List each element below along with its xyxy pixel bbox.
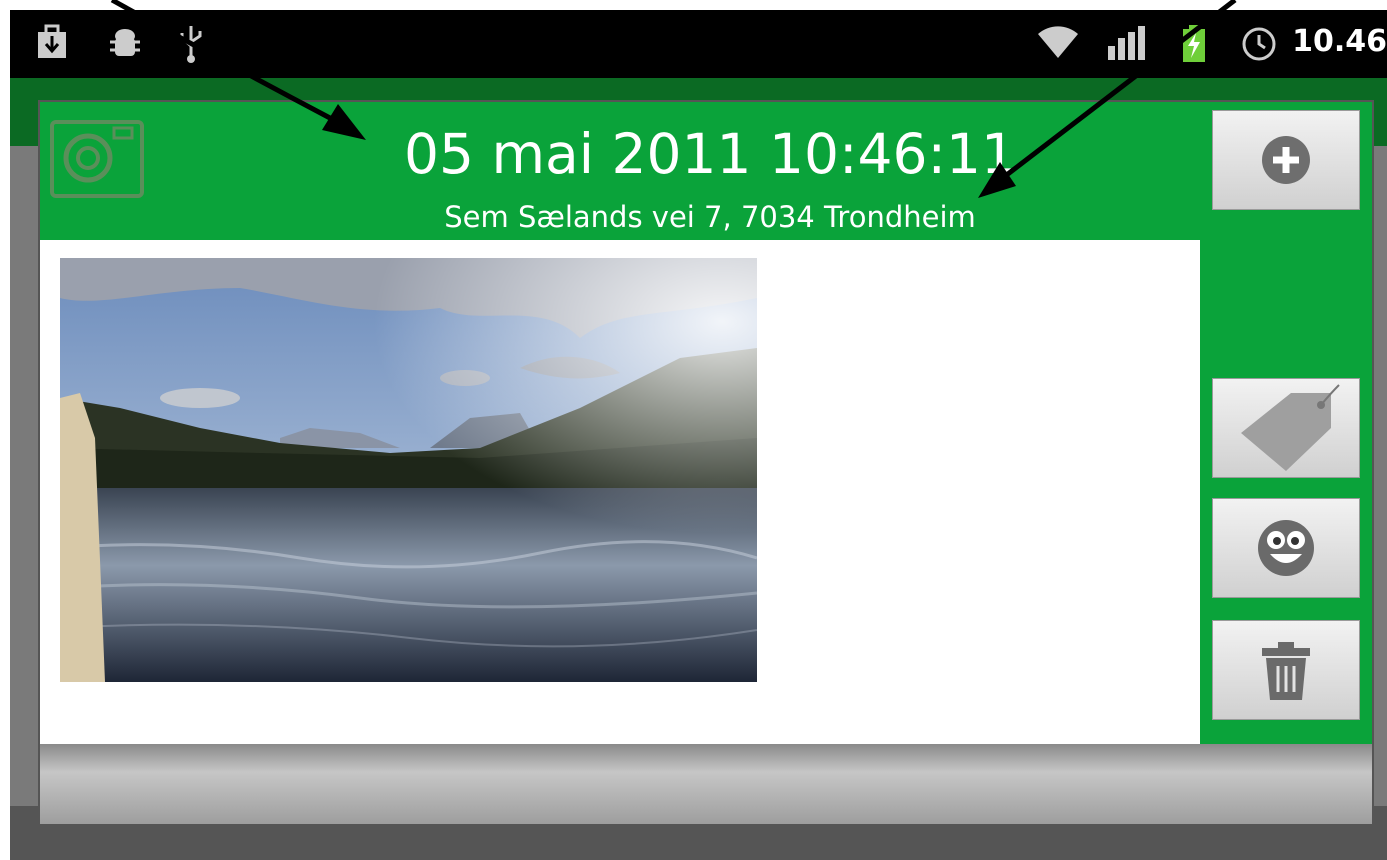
lake-mountain-photo[interactable] [60,258,757,682]
battery-charging-icon [1183,25,1205,62]
dialog-content [40,240,1200,744]
smiley-icon [1258,520,1314,576]
android-debug-icon [110,29,140,56]
plus-circle-icon [1262,136,1310,184]
status-bar: 10.46 [10,10,1387,78]
tag-icon [1241,384,1340,471]
add-button[interactable] [1212,110,1360,210]
alarm-icon [1242,27,1276,61]
delete-button[interactable] [1212,620,1360,720]
emotion-button[interactable] [1212,498,1360,598]
dialog-header: 05 mai 2011 10:46:11 Sem Sælands vei 7, … [40,102,1200,240]
wifi-icon [1038,26,1078,58]
dialog-subtitle-address: Sem Sælands vei 7, 7034 Trondheim [444,200,976,234]
status-bar-time: 10.46 [1292,24,1387,59]
dialog-footer [40,744,1372,824]
trash-icon [1262,642,1310,700]
dialog-title-datetime: 05 mai 2011 10:46:11 [404,122,1016,186]
download-icon [38,24,66,58]
image-detail-dialog: 05 mai 2011 10:46:11 Sem Sælands vei 7, … [38,100,1374,826]
signal-icon [1108,26,1145,60]
tag-button[interactable] [1212,378,1360,478]
usb-icon [180,26,202,63]
